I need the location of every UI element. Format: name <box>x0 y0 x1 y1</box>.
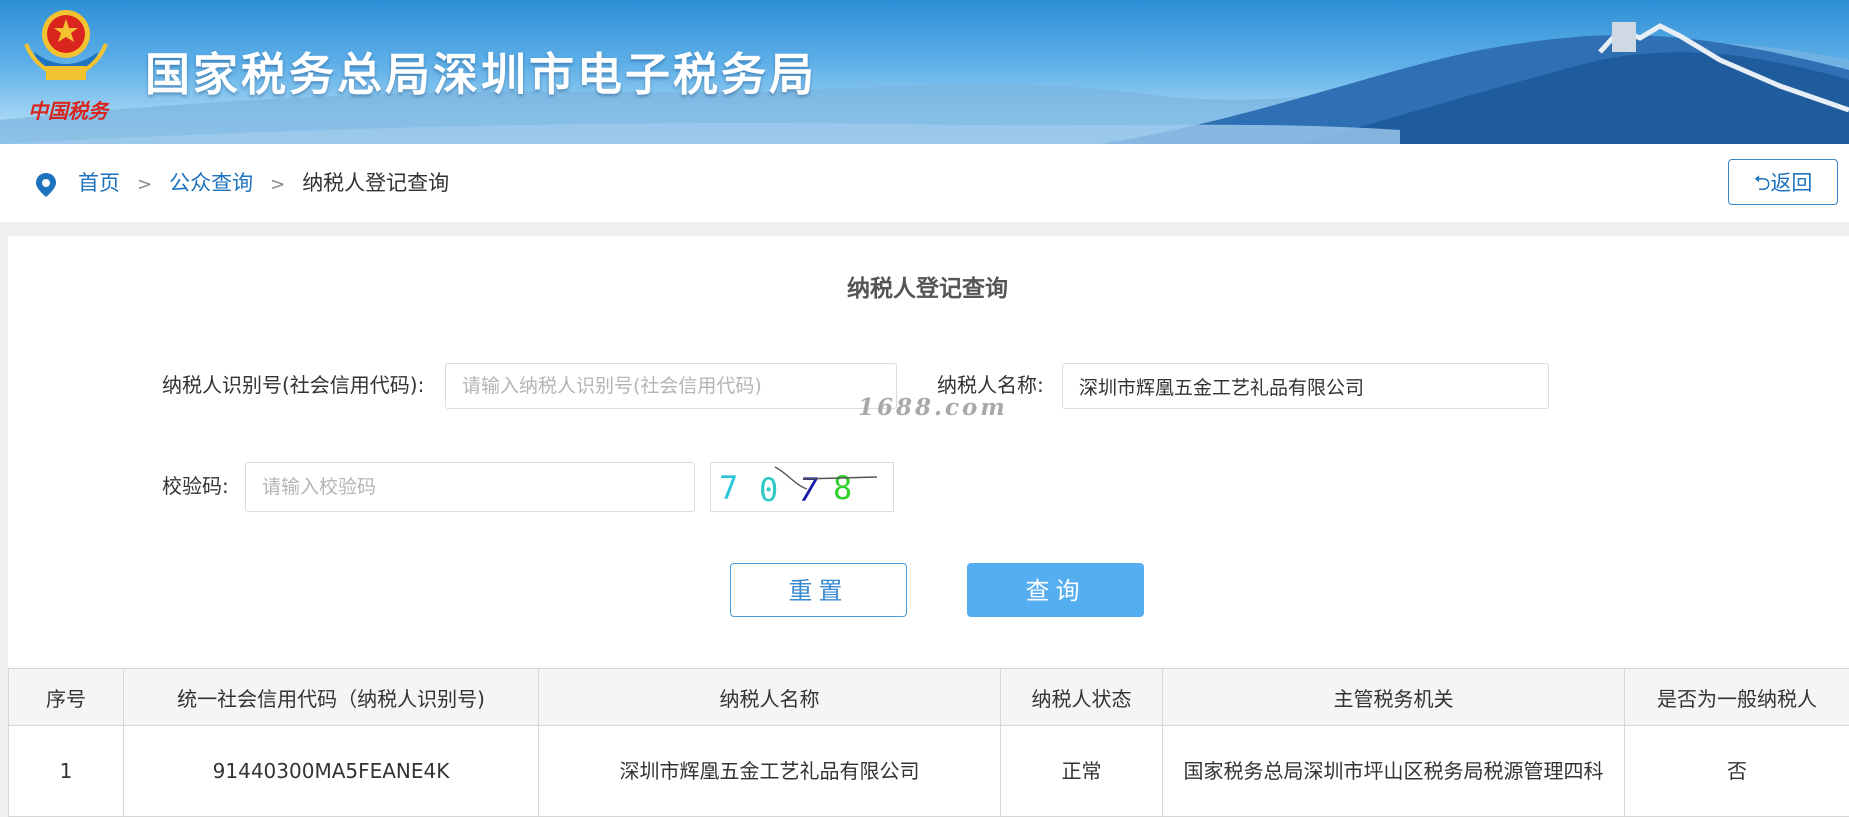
breadcrumb-current: 纳税人登记查询 <box>302 171 449 195</box>
site-title: 国家税务总局深圳市电子税务局 <box>145 38 817 103</box>
captcha-input[interactable] <box>245 462 695 512</box>
breadcrumb-separator: > <box>270 174 285 195</box>
back-button[interactable]: ⮌返回 <box>1728 159 1838 205</box>
captcha-digit: 8 <box>833 469 852 507</box>
column-header: 是否为一般纳税人 <box>1625 669 1849 726</box>
query-panel: 纳税人登记查询 纳税人识别号(社会信用代码): 纳税人名称: 1688.com … <box>8 236 1849 816</box>
results-table: 序号 统一社会信用代码（纳税人识别号) 纳税人名称 纳税人状态 主管税务机关 是… <box>8 668 1849 817</box>
captcha-graphic: 7 0 7 8 <box>711 463 893 511</box>
cell-general-taxpayer: 否 <box>1625 726 1849 817</box>
breadcrumb-bar: 首页 > 公众查询 > 纳税人登记查询 ⮌返回 <box>0 144 1849 222</box>
cell-taxpayer-name: 深圳市辉凰五金工艺礼品有限公司 <box>539 726 1001 817</box>
emblem-text: 中国税务 <box>28 96 108 126</box>
page-title: 纳税人登记查询 <box>0 269 1849 303</box>
header-banner: 中国税务 国家税务总局深圳市电子税务局 <box>0 0 1849 144</box>
column-header: 纳税人名称 <box>539 669 1001 726</box>
column-header: 序号 <box>9 669 124 726</box>
watermark-text: 1688.com <box>858 394 1008 421</box>
taxpayer-id-label: 纳税人识别号(社会信用代码): <box>162 370 424 400</box>
breadcrumb-separator: > <box>137 174 152 195</box>
breadcrumb-public-query-link[interactable]: 公众查询 <box>169 171 253 195</box>
captcha-digit: 0 <box>759 471 778 509</box>
taxpayer-name-input[interactable] <box>1062 363 1549 409</box>
query-button[interactable]: 查询 <box>967 563 1144 617</box>
location-pin-icon <box>34 172 58 198</box>
reset-button[interactable]: 重置 <box>730 563 907 617</box>
column-header: 统一社会信用代码（纳税人识别号) <box>124 669 539 726</box>
captcha-digit: 7 <box>799 471 818 509</box>
column-header: 主管税务机关 <box>1163 669 1625 726</box>
captcha-digit: 7 <box>719 469 738 507</box>
cell-authority: 国家税务总局深圳市坪山区税务局税源管理四科 <box>1163 726 1625 817</box>
breadcrumb: 首页 > 公众查询 > 纳税人登记查询 <box>78 168 449 200</box>
captcha-label: 校验码: <box>162 471 229 501</box>
table-header-row: 序号 统一社会信用代码（纳税人识别号) 纳税人名称 纳税人状态 主管税务机关 是… <box>9 669 1849 726</box>
table-row: 1 91440300MA5FEANE4K 深圳市辉凰五金工艺礼品有限公司 正常 … <box>9 726 1849 817</box>
captcha-image[interactable]: 7 0 7 8 <box>710 462 894 512</box>
breadcrumb-home-link[interactable]: 首页 <box>78 171 120 195</box>
cell-index: 1 <box>9 726 124 817</box>
cell-credit-code: 91440300MA5FEANE4K <box>124 726 539 817</box>
column-header: 纳税人状态 <box>1001 669 1163 726</box>
cell-status: 正常 <box>1001 726 1163 817</box>
taxpayer-id-input[interactable] <box>445 363 897 409</box>
